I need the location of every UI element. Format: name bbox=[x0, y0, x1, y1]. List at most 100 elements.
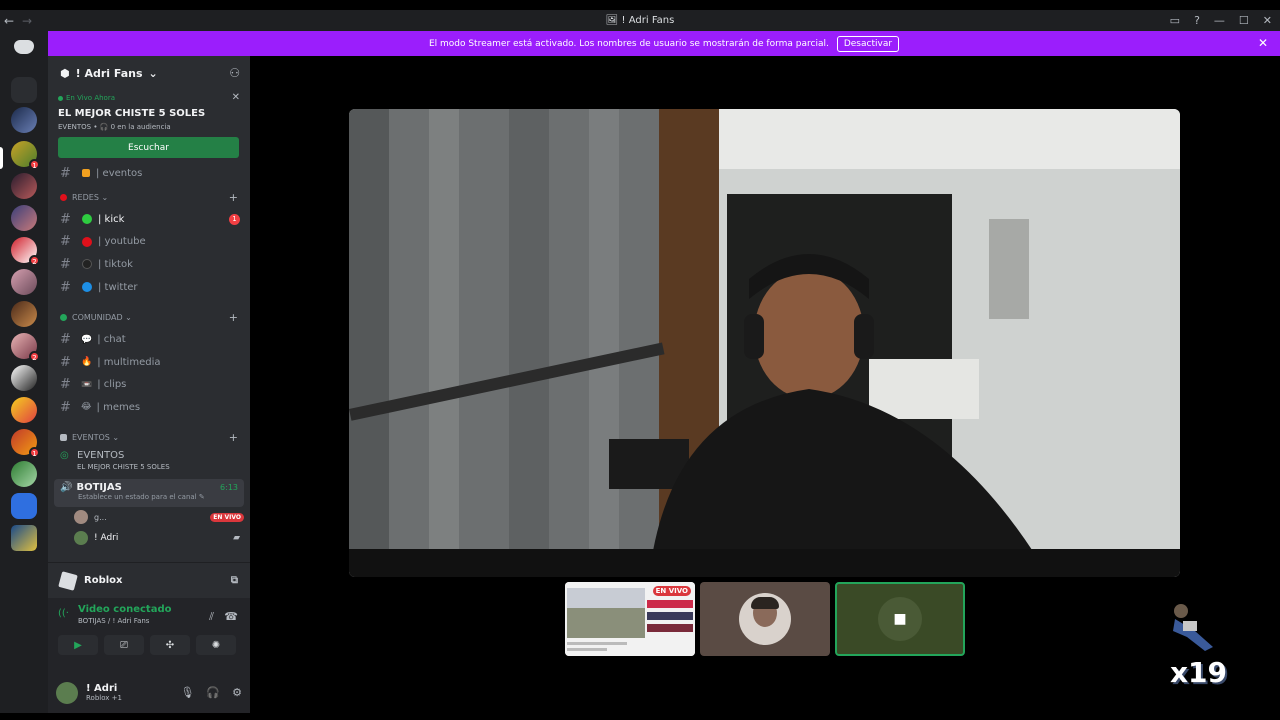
add-channel-icon[interactable]: + bbox=[229, 191, 238, 204]
microphone-icon[interactable]: 🎙 bbox=[180, 686, 194, 699]
channel-eventos-partial[interactable]: # | eventos bbox=[48, 166, 250, 181]
live-stage-card: En Vivo Ahora ✕ EL MEJOR CHISTE 5 SOLES … bbox=[54, 90, 244, 170]
webcam-scene bbox=[349, 109, 1180, 577]
user-avatar-tile[interactable] bbox=[700, 582, 830, 656]
streamer-mode-banner: El modo Streamer está activado. Los nomb… bbox=[48, 31, 1280, 56]
channel-chat[interactable]: # 💬 | chat bbox=[48, 328, 250, 351]
channel-twitter[interactable]: # | twitter bbox=[48, 276, 250, 299]
server-icon[interactable] bbox=[11, 301, 37, 327]
headphones-icon[interactable]: 🎧 bbox=[206, 686, 220, 699]
listen-button[interactable]: Escuchar bbox=[58, 137, 239, 158]
add-channel-icon[interactable]: + bbox=[229, 431, 238, 444]
hash-icon: # bbox=[60, 234, 71, 250]
server-icon[interactable] bbox=[11, 173, 37, 199]
avatar bbox=[74, 510, 88, 525]
blue-circle-icon bbox=[82, 282, 92, 293]
video-stage: EN VIVO ■ x19 bbox=[250, 56, 1280, 713]
noise-suppression-icon[interactable]: ⫽ bbox=[209, 610, 214, 624]
channel-clips[interactable]: # 📼 | clips bbox=[48, 374, 250, 397]
hash-icon: # bbox=[60, 211, 71, 227]
server-icon[interactable] bbox=[11, 461, 37, 487]
live-subtitle: EVENTOS • 🎧 0 en la audiencia bbox=[58, 123, 171, 131]
signal-icon[interactable]: ((· bbox=[58, 608, 69, 619]
server-list: 1 2 2 1 bbox=[0, 31, 48, 713]
channel-status-prompt[interactable]: Establece un estado para el canal ✎ bbox=[78, 493, 238, 501]
minimize-icon[interactable]: — bbox=[1214, 14, 1225, 27]
server-header[interactable]: ⬢ ! Adri Fans ⌄ ⚇ bbox=[48, 56, 250, 90]
fire-icon: 🔥 bbox=[81, 357, 93, 368]
disconnect-icon[interactable]: ☎ bbox=[224, 610, 238, 623]
channel-youtube[interactable]: # | youtube bbox=[48, 231, 250, 254]
server-icon[interactable] bbox=[11, 525, 37, 551]
black-circle-icon bbox=[82, 259, 92, 270]
banner-close-icon[interactable]: ✕ bbox=[1258, 36, 1268, 50]
kick-server-icon[interactable] bbox=[11, 493, 37, 519]
category-eventos[interactable]: EVENTOS ⌄ + bbox=[48, 427, 250, 449]
server-icon[interactable] bbox=[11, 397, 37, 423]
channel-sidebar: ⬢ ! Adri Fans ⌄ ⚇ En Vivo Ahora ✕ EL MEJ… bbox=[48, 56, 250, 713]
speaker-icon: 🔊 bbox=[60, 481, 73, 493]
server-icon[interactable]: 1 bbox=[11, 141, 40, 170]
channel-memes[interactable]: # 😂 | memes bbox=[48, 396, 250, 419]
laughing-emoji-icon: 😂 bbox=[81, 402, 92, 413]
hash-icon: # bbox=[60, 332, 71, 348]
hash-icon: # bbox=[60, 354, 71, 370]
server-icon[interactable]: 2 bbox=[11, 333, 40, 362]
live-card-close-icon[interactable]: ✕ bbox=[232, 92, 240, 103]
avatar[interactable] bbox=[56, 681, 78, 704]
server-icon[interactable] bbox=[11, 269, 37, 295]
maximize-icon[interactable]: ☐ bbox=[1239, 14, 1249, 27]
category-dot-icon bbox=[60, 193, 67, 201]
stream-game-icon[interactable]: ⧉ bbox=[231, 575, 238, 586]
folder-icon[interactable] bbox=[11, 77, 37, 103]
camera-button[interactable]: ▶ bbox=[58, 635, 98, 655]
settings-gear-icon[interactable]: ⚙ bbox=[232, 686, 242, 699]
category-redes[interactable]: REDES ⌄ + bbox=[48, 186, 250, 208]
server-icon[interactable]: 2 bbox=[11, 237, 40, 266]
soundboard-button[interactable]: ✺ bbox=[196, 635, 236, 655]
avatar bbox=[739, 593, 791, 645]
calendar-icon bbox=[60, 434, 67, 442]
user-activity: Roblox +1 bbox=[86, 694, 122, 702]
stage-channel-eventos[interactable]: ◎ EVENTOS EL MEJOR CHISTE 5 SOLES bbox=[48, 449, 250, 471]
channel-multimedia[interactable]: # 🔥 | multimedia bbox=[48, 351, 250, 374]
mention-badge: 1 bbox=[229, 213, 240, 225]
discord-logo-icon[interactable] bbox=[14, 40, 34, 54]
voice-channel-botijas[interactable]: 🔊 BOTIJAS 6:13 Establece un estado para … bbox=[54, 478, 244, 507]
category-comunidad[interactable]: COMUNIDAD ⌄ + bbox=[48, 306, 250, 328]
close-window-icon[interactable]: ✕ bbox=[1263, 14, 1272, 27]
own-camera-tile[interactable]: ■ bbox=[835, 582, 965, 656]
channel-tiktok[interactable]: # | tiktok bbox=[48, 253, 250, 276]
hash-icon: # bbox=[60, 399, 71, 415]
add-channel-icon[interactable]: + bbox=[229, 311, 238, 324]
server-emoji-icon: 🖼 bbox=[605, 15, 619, 26]
calendar-icon bbox=[82, 169, 90, 177]
activities-button[interactable]: ✣ bbox=[150, 635, 190, 655]
screen-share-tile[interactable]: EN VIVO bbox=[565, 582, 695, 656]
server-icon[interactable] bbox=[11, 107, 37, 133]
voice-user-adri[interactable]: ! Adri ▰ bbox=[48, 528, 250, 549]
live-badge: EN VIVO bbox=[210, 512, 244, 522]
invite-people-icon[interactable]: ⚇ bbox=[229, 66, 240, 80]
voice-user-streaming[interactable]: g... EN VIVO bbox=[48, 507, 250, 528]
inbox-icon[interactable]: ▭ bbox=[1170, 14, 1180, 27]
activity-panel: Roblox ⧉ bbox=[48, 562, 250, 598]
video-camera-icon: ■ bbox=[878, 597, 922, 641]
voice-status-title: Video conectado bbox=[78, 604, 172, 615]
server-icon[interactable] bbox=[11, 205, 37, 231]
green-circle-icon bbox=[82, 214, 92, 225]
main-webcam-video[interactable] bbox=[349, 109, 1180, 577]
voice-status-sub: BOTIJAS / ! Adri Fans bbox=[78, 617, 150, 625]
share-screen-button[interactable]: ⎚ bbox=[104, 635, 144, 655]
help-icon[interactable]: ? bbox=[1194, 14, 1200, 27]
deactivate-button[interactable]: Desactivar bbox=[836, 35, 900, 52]
server-icon[interactable] bbox=[11, 365, 37, 391]
red-circle-icon bbox=[82, 236, 92, 247]
voice-connection-panel: ((· Video conectado BOTIJAS / ! Adri Fan… bbox=[48, 598, 250, 672]
speech-bubble-icon: 💬 bbox=[81, 334, 93, 345]
hash-icon: # bbox=[60, 256, 71, 272]
channel-kick[interactable]: # | kick 1 bbox=[48, 208, 250, 231]
server-icon[interactable]: 1 bbox=[11, 429, 40, 458]
streamer-mascot-sticker bbox=[1165, 601, 1225, 661]
combo-counter: x19 bbox=[1170, 656, 1228, 689]
